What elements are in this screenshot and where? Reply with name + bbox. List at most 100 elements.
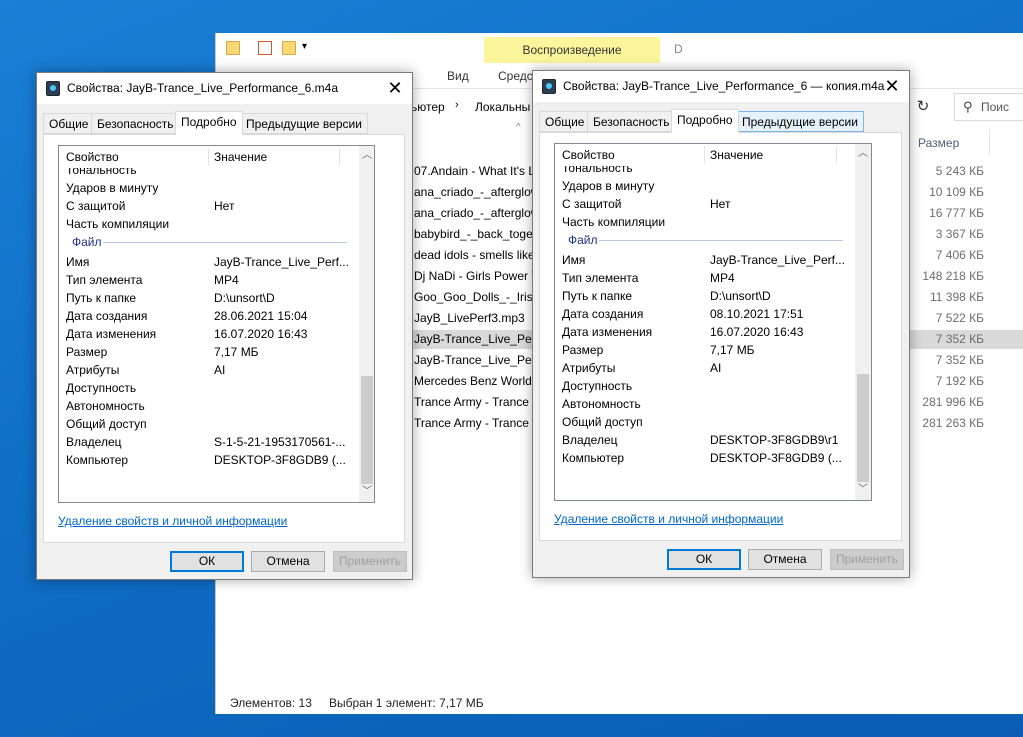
- tab-view[interactable]: Вид: [447, 69, 469, 83]
- ok-button[interactable]: ОК: [170, 551, 244, 572]
- tab-general[interactable]: Общие: [539, 111, 591, 132]
- property-value[interactable]: MP4: [710, 269, 735, 287]
- vertical-scrollbar[interactable]: ︿ ﹀: [359, 146, 374, 502]
- property-value[interactable]: 16.07.2020 16:43: [710, 323, 803, 341]
- scroll-down-icon[interactable]: ﹀: [359, 484, 374, 500]
- property-value[interactable]: Нет: [710, 195, 730, 213]
- apply-button[interactable]: Применить: [830, 549, 904, 570]
- status-bar: Элементов: 13 Выбран 1 элемент: 7,17 МБ: [216, 688, 1023, 714]
- property-value[interactable]: DESKTOP-3F8GDB9 (...: [214, 451, 346, 469]
- property-name: Общий доступ: [562, 415, 643, 429]
- properties-list[interactable]: Свойство Значение Тональность Ударов в м…: [58, 145, 375, 503]
- column-header-value[interactable]: Значение: [710, 144, 763, 166]
- column-header-property[interactable]: Свойство: [66, 146, 119, 168]
- scroll-up-icon[interactable]: ︿: [855, 146, 871, 162]
- tab-security[interactable]: Безопасность: [91, 113, 180, 134]
- properties-icon[interactable]: [258, 41, 272, 55]
- dialog-title: Свойства: JayB-Trance_Live_Performance_6…: [67, 81, 339, 95]
- property-value[interactable]: AI: [710, 359, 721, 377]
- tab-general[interactable]: Общие: [43, 113, 95, 134]
- property-value[interactable]: MP4: [214, 271, 239, 289]
- property-name: Часть компиляции: [562, 215, 666, 229]
- group-divider: [103, 242, 347, 243]
- tab-previous-versions[interactable]: Предыдущие версии: [240, 113, 368, 134]
- search-input[interactable]: ⚲ Поис: [954, 93, 1023, 121]
- property-name: Часть компиляции: [66, 217, 170, 231]
- property-value[interactable]: DESKTOP-3F8GDB9\r1: [710, 431, 838, 449]
- file-row-name[interactable]: ana_criado_-_afterglow: [414, 203, 539, 223]
- vertical-scrollbar[interactable]: ︿ ﹀: [855, 144, 871, 500]
- property-value[interactable]: AI: [214, 361, 225, 379]
- chevron-down-icon[interactable]: ▾: [302, 41, 307, 52]
- scroll-thumb[interactable]: [857, 374, 869, 482]
- property-name: Путь к папке: [66, 291, 137, 305]
- tab-details[interactable]: Подробно: [671, 109, 739, 133]
- refresh-icon[interactable]: ↻: [911, 95, 935, 119]
- file-row-name[interactable]: Trance Army - Trance E: [414, 413, 539, 433]
- property-value[interactable]: 16.07.2020 16:43: [214, 325, 307, 343]
- property-value[interactable]: D:\unsort\D: [710, 287, 771, 305]
- file-row-name[interactable]: JayB_LivePerf3.mp3: [414, 308, 539, 328]
- title-bar: Свойства: JayB-Trance_Live_Performance_6…: [37, 73, 412, 104]
- file-row-name[interactable]: babybird_-_back_toget: [414, 224, 539, 244]
- column-divider: [989, 129, 990, 155]
- media-file-icon: [542, 79, 556, 94]
- property-value[interactable]: Нет: [214, 197, 234, 215]
- property-value[interactable]: 08.10.2021 17:51: [710, 305, 803, 323]
- file-row-name[interactable]: JayB-Trance_Live_Perfo: [414, 329, 539, 349]
- cancel-button[interactable]: Отмена: [251, 551, 325, 572]
- apply-button[interactable]: Применить: [333, 551, 407, 572]
- property-value[interactable]: 7,17 МБ: [214, 343, 259, 361]
- file-row-name[interactable]: 07.Andain - What It's L: [414, 161, 539, 181]
- file-row-name[interactable]: Goo_Goo_Dolls_-_Iris_4: [414, 287, 539, 307]
- tab-details[interactable]: Подробно: [175, 111, 243, 135]
- tab-previous-versions[interactable]: Предыдущие версии: [736, 111, 864, 132]
- breadcrumb-local-disk[interactable]: Локальны: [475, 100, 530, 114]
- ribbon-contextual-tab-drive[interactable]: D: [674, 42, 683, 56]
- property-value[interactable]: D:\unsort\D: [214, 289, 275, 307]
- property-name: Ударов в минуту: [562, 179, 655, 193]
- file-row-name[interactable]: dead idols - smells like: [414, 245, 539, 265]
- property-value[interactable]: JayB-Trance_Live_Perf...: [710, 251, 845, 269]
- cancel-button[interactable]: Отмена: [748, 549, 822, 570]
- scroll-down-icon[interactable]: ﹀: [855, 482, 871, 498]
- property-value[interactable]: JayB-Trance_Live_Perf...: [214, 253, 349, 271]
- column-header-size[interactable]: Размер: [918, 136, 959, 150]
- column-header-property[interactable]: Свойство: [562, 144, 615, 166]
- property-value[interactable]: S-1-5-21-1953170561-...: [214, 433, 345, 451]
- property-name: Путь к папке: [562, 289, 633, 303]
- property-name: Владелец: [66, 435, 122, 449]
- property-value[interactable]: 28.06.2021 15:04: [214, 307, 307, 325]
- property-value[interactable]: 7,17 МБ: [710, 341, 755, 359]
- property-name: Автономность: [562, 397, 641, 411]
- scroll-thumb[interactable]: [361, 376, 373, 484]
- scroll-up-icon[interactable]: ︿: [359, 148, 374, 164]
- property-name: Доступность: [562, 379, 633, 393]
- column-header-value[interactable]: Значение: [214, 146, 267, 168]
- file-row-name[interactable]: Mercedes Benz World R: [414, 371, 539, 391]
- remove-properties-link[interactable]: Удаление свойств и личной информации: [58, 514, 287, 528]
- properties-list[interactable]: Свойство Значение Тональность Ударов в м…: [554, 143, 872, 501]
- properties-rows: Тональность Ударов в минуту С защитой Нет Ч…: [59, 168, 359, 501]
- properties-rows: Тональность Ударов в минуту С защитой Нет Ч…: [555, 166, 856, 499]
- file-row-name[interactable]: Trance Army - Trance E: [414, 392, 539, 412]
- folder-icon[interactable]: [226, 41, 240, 55]
- new-folder-icon[interactable]: [282, 41, 296, 55]
- property-value[interactable]: DESKTOP-3F8GDB9 (...: [710, 449, 842, 467]
- file-row-name[interactable]: ana_criado_-_afterglow: [414, 182, 539, 202]
- breadcrumb-computer[interactable]: ьютер: [411, 100, 445, 114]
- remove-properties-link[interactable]: Удаление свойств и личной информации: [554, 512, 783, 526]
- status-item-count: Элементов: 13: [230, 696, 312, 710]
- file-row-name[interactable]: Dj NaDi - Girls Power V: [414, 266, 539, 286]
- property-name: С защитой: [66, 199, 126, 213]
- close-icon[interactable]: ✕: [875, 71, 909, 102]
- file-row-name[interactable]: JayB-Trance_Live_Perfo: [414, 350, 539, 370]
- close-icon[interactable]: ✕: [378, 73, 412, 104]
- property-name: Размер: [66, 345, 108, 359]
- properties-dialog-copy: Свойства: JayB-Trance_Live_Performance_6…: [532, 70, 910, 578]
- status-selected: Выбран 1 элемент: 7,17 МБ: [329, 696, 484, 710]
- ok-button[interactable]: ОК: [667, 549, 741, 570]
- property-name: Дата изменения: [66, 327, 157, 341]
- tab-security[interactable]: Безопасность: [587, 111, 676, 132]
- properties-dialog-original: Свойства: JayB-Trance_Live_Performance_6…: [36, 72, 413, 580]
